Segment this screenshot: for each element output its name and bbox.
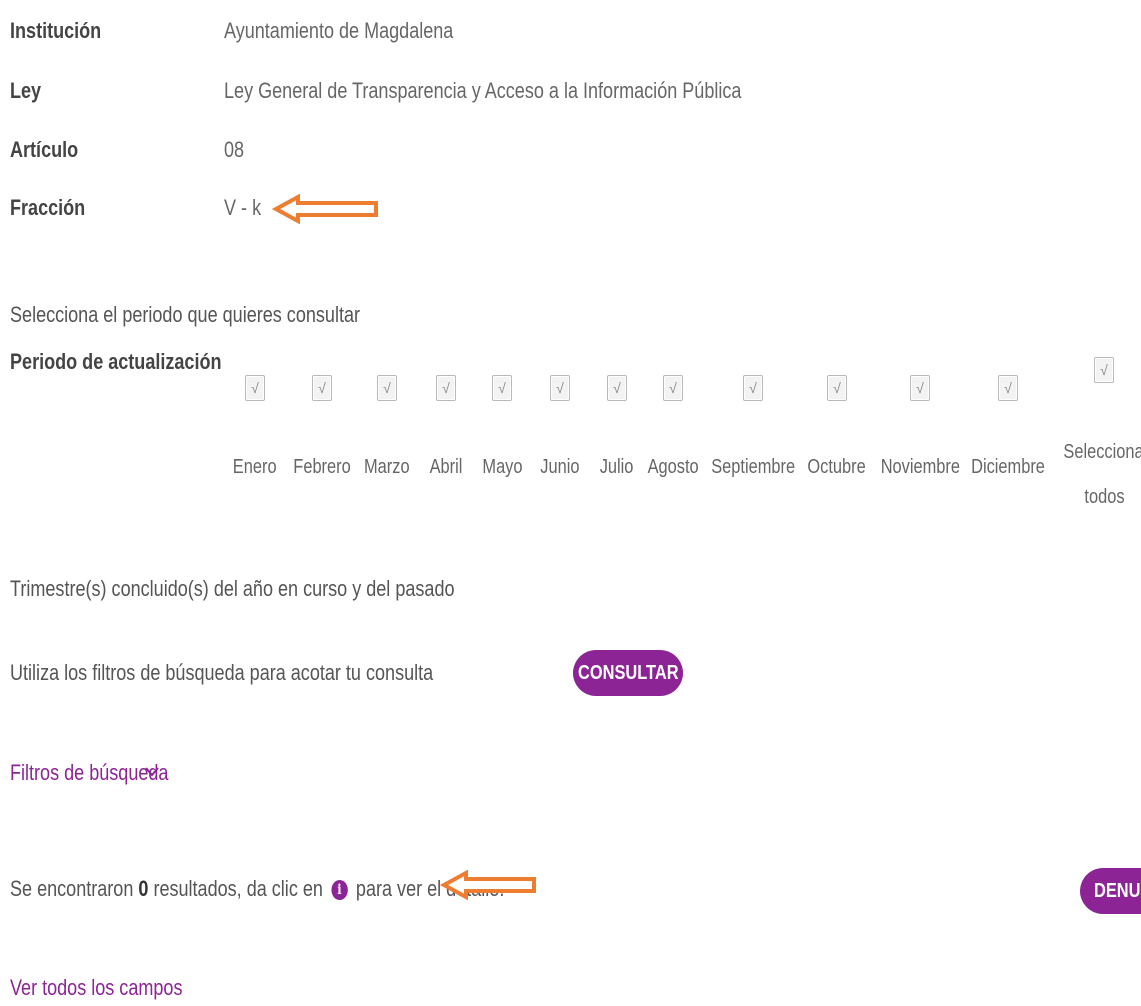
month-checkbox[interactable]: √ <box>436 375 456 401</box>
select-all-label-line1: Seleccionar <box>1063 441 1141 463</box>
month-checkbox[interactable]: √ <box>743 375 763 401</box>
results-count: 0 <box>138 876 149 901</box>
month-checkbox[interactable]: √ <box>998 375 1018 401</box>
denuncia-button[interactable]: DENUN <box>1080 868 1141 914</box>
month-label: Febrero <box>293 456 351 478</box>
select-all-label-line2: todos <box>1083 486 1125 508</box>
select-all-checkbox[interactable]: √ <box>1094 357 1114 383</box>
month-checkbox[interactable]: √ <box>377 375 397 401</box>
results-prefix: Se encontraron <box>10 876 134 901</box>
consultar-button[interactable]: CONSULTAR <box>573 650 683 696</box>
ley-value: Ley General de Transparencia y Acceso a … <box>224 78 742 103</box>
chevron-down-icon <box>145 767 159 777</box>
info-icon[interactable]: i <box>331 880 348 901</box>
fraccion-label: Fracción <box>10 195 86 220</box>
ver-todos-campos-link[interactable]: Ver todos los campos <box>10 975 220 1001</box>
annotation-arrow-icon <box>272 193 378 225</box>
transparency-query-page: Institución Ayuntamiento de Magdalena Le… <box>0 0 1141 1006</box>
trimestre-text: Trimestre(s) concluido(s) del año en cur… <box>10 576 455 601</box>
month-label: Abril <box>429 456 463 478</box>
fraccion-value: V - k <box>224 195 262 220</box>
month-label: Septiembre <box>711 456 795 478</box>
month-label: Mayo <box>481 456 523 478</box>
month-label: Julio <box>600 456 634 478</box>
month-checkbox[interactable]: √ <box>910 375 930 401</box>
month-label: Noviembre <box>880 456 960 478</box>
month-label: Enero <box>233 456 277 478</box>
institucion-label: Institución <box>10 18 102 43</box>
articulo-label: Artículo <box>10 137 79 162</box>
ley-label: Ley <box>10 78 42 103</box>
periodo-prompt: Selecciona el periodo que quieres consul… <box>10 302 361 327</box>
month-checkbox[interactable]: √ <box>245 375 265 401</box>
month-checkbox[interactable]: √ <box>827 375 847 401</box>
month-checkbox[interactable]: √ <box>607 375 627 401</box>
month-checkbox[interactable]: √ <box>492 375 512 401</box>
articulo-value: 08 <box>224 137 245 162</box>
month-label: Junio <box>540 456 580 478</box>
periodo-label: Periodo de actualización <box>10 349 222 374</box>
month-checkbox[interactable]: √ <box>312 375 332 401</box>
month-label: Marzo <box>364 456 410 478</box>
institucion-value: Ayuntamiento de Magdalena <box>224 18 454 43</box>
filters-toggle-link[interactable]: Filtros de búsqueda <box>10 760 203 786</box>
month-checkbox[interactable]: √ <box>663 375 683 401</box>
filters-hint: Utiliza los filtros de búsqueda para aco… <box>10 660 434 685</box>
results-middle: resultados, da clic en <box>153 876 323 901</box>
month-label: Diciembre <box>971 456 1045 478</box>
annotation-arrow-icon <box>440 869 536 901</box>
month-checkbox[interactable]: √ <box>550 375 570 401</box>
